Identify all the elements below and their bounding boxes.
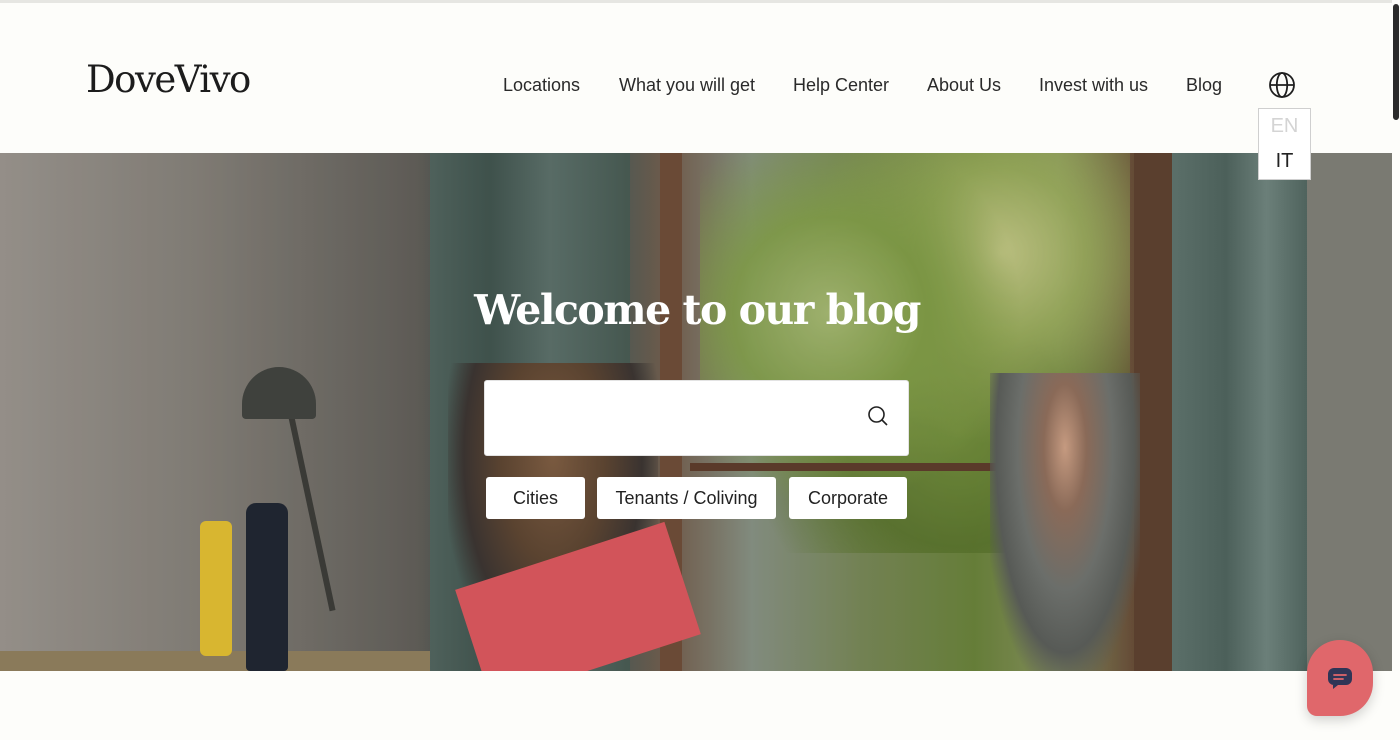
nav-item-blog[interactable]: Blog bbox=[1186, 73, 1222, 97]
language-option-it[interactable]: IT bbox=[1259, 144, 1310, 179]
category-chip-tenants-coliving[interactable]: Tenants / Coliving bbox=[597, 477, 776, 519]
nav-item-locations[interactable]: Locations bbox=[503, 73, 580, 97]
category-chip-corporate[interactable]: Corporate bbox=[789, 477, 907, 519]
search-input[interactable] bbox=[499, 399, 849, 439]
hero-photo-wall bbox=[1307, 153, 1392, 671]
main-nav: Locations What you will get Help Center … bbox=[0, 73, 1392, 97]
hero-photo-curtain bbox=[1172, 153, 1307, 671]
globe-icon[interactable] bbox=[1268, 71, 1296, 99]
hero-photo-person bbox=[990, 373, 1140, 671]
search-box bbox=[484, 380, 909, 456]
nav-item-what-you-will-get[interactable]: What you will get bbox=[619, 73, 755, 97]
search-icon[interactable] bbox=[866, 404, 890, 428]
nav-item-invest-with-us[interactable]: Invest with us bbox=[1039, 73, 1148, 97]
hero-photo-bottle bbox=[246, 503, 288, 671]
scrollbar-thumb[interactable] bbox=[1393, 4, 1399, 120]
site-header: DoveVivo Locations What you will get Hel… bbox=[0, 3, 1392, 153]
nav-item-about-us[interactable]: About Us bbox=[927, 73, 1001, 97]
category-chip-cities[interactable]: Cities bbox=[486, 477, 585, 519]
hero-title: Welcome to our blog bbox=[474, 286, 921, 334]
nav-item-help-center[interactable]: Help Center bbox=[793, 73, 889, 97]
chat-icon bbox=[1328, 668, 1352, 689]
language-menu: EN IT bbox=[1258, 108, 1311, 180]
language-option-en[interactable]: EN bbox=[1259, 109, 1310, 144]
hero-photo-bottle bbox=[200, 521, 232, 656]
